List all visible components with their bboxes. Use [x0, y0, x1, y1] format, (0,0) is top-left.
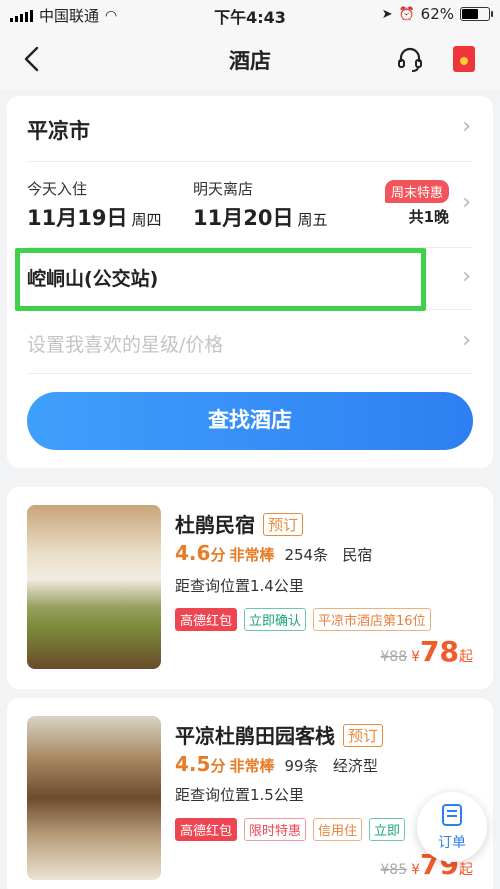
hotel-type: 民宿	[342, 546, 373, 564]
chevron-right-icon: ›	[462, 114, 471, 139]
score: 4.5	[175, 752, 211, 776]
city-selector[interactable]: 平凉市 ›	[27, 96, 473, 162]
nav-bar: 酒店	[0, 28, 500, 90]
current-price: 78	[420, 635, 459, 668]
tag-instant-confirm: 立即确认	[244, 608, 307, 631]
star-price-placeholder: 设置我喜欢的星级/价格	[27, 334, 224, 356]
tag-limited-deal: 限时特惠	[244, 818, 307, 841]
checkout-label: 明天离店	[193, 180, 254, 198]
review-count: 254条	[284, 546, 329, 564]
battery-icon	[460, 7, 493, 21]
checkin-label: 今天入住	[27, 180, 88, 198]
rating-line: 4.5分 非常棒 99条 经济型	[175, 752, 378, 776]
chevron-right-icon: ›	[462, 190, 471, 215]
tag-red-packet: 高德红包	[175, 608, 238, 631]
hotel-name: 杜鹃民宿 预订	[175, 509, 304, 538]
page-title: 酒店	[229, 49, 271, 73]
tag-list: 高德红包 立即确认 平凉市酒店第16位	[175, 608, 431, 631]
tag-credit-stay: 信用住	[313, 818, 363, 841]
highlight-box	[15, 248, 426, 311]
distance: 距查询位置1.4公里	[175, 577, 304, 595]
original-price: ¥85	[380, 862, 408, 878]
customer-service-button[interactable]	[396, 45, 424, 73]
tag-instant-confirm: 立即	[369, 818, 406, 841]
rating-line: 4.6分 非常棒 254条 民宿	[175, 541, 373, 565]
tag-ranking: 平凉市酒店第16位	[313, 608, 431, 631]
original-price: ¥88	[380, 649, 408, 665]
distance: 距查询位置1.5公里	[175, 786, 304, 804]
checkin-date: 11月19日 周四	[27, 206, 162, 230]
praise-label: 非常棒	[229, 546, 275, 564]
search-hotel-button[interactable]: 查找酒店	[27, 392, 473, 450]
headset-icon	[398, 47, 422, 72]
battery-label: 62%	[420, 5, 454, 23]
hotel-card[interactable]: 杜鹃民宿 预订 4.6分 非常棒 254条 民宿 距查询位置1.4公里 高德红包 立即…	[7, 487, 493, 689]
nights-count: 共1晚	[408, 208, 449, 226]
alarm-icon: ⏰	[398, 6, 415, 22]
hotel-photo	[27, 716, 161, 880]
status-right: ➤ ⏰ 62%	[381, 5, 493, 23]
hotel-card[interactable]: 平凉杜鹃田园客栈 预订 4.5分 非常棒 99条 经济型 距查询位置1.5公里 高德红…	[7, 698, 493, 889]
tag-list: 高德红包 限时特惠 信用住 立即	[175, 818, 406, 841]
tag-red-packet: 高德红包	[175, 818, 238, 841]
chevron-right-icon: ›	[462, 328, 471, 353]
location-arrow-icon: ➤	[381, 6, 393, 22]
date-selector[interactable]: 今天入住 11月19日 周四 明天离店 11月20日 周五 周末特惠 共1晚 ›	[27, 162, 473, 248]
chevron-right-icon: ›	[462, 264, 471, 289]
review-count: 99条	[284, 757, 319, 775]
checkout-date: 11月20日 周五	[193, 206, 328, 230]
order-button[interactable]: 订单	[417, 792, 487, 862]
hotel-photo	[27, 505, 161, 669]
praise-label: 非常棒	[229, 757, 275, 775]
price: ¥88 ¥78起	[380, 635, 473, 668]
book-tag: 预订	[263, 513, 304, 536]
score: 4.6	[175, 541, 211, 565]
red-packet-icon[interactable]	[453, 46, 475, 72]
order-button-label: 订单	[438, 835, 466, 851]
order-list-icon	[442, 804, 462, 826]
book-tag: 预订	[343, 724, 384, 747]
city-label: 平凉市	[27, 119, 90, 143]
weekend-deal-badge: 周末特惠	[384, 180, 449, 203]
hotel-name: 平凉杜鹃田园客栈 预订	[175, 720, 384, 749]
status-bar: 中国联通 ◠ 下午4:43 ➤ ⏰ 62%	[0, 0, 500, 28]
star-price-selector[interactable]: 设置我喜欢的星级/价格 ›	[27, 310, 473, 374]
hotel-type: 经济型	[332, 757, 378, 775]
